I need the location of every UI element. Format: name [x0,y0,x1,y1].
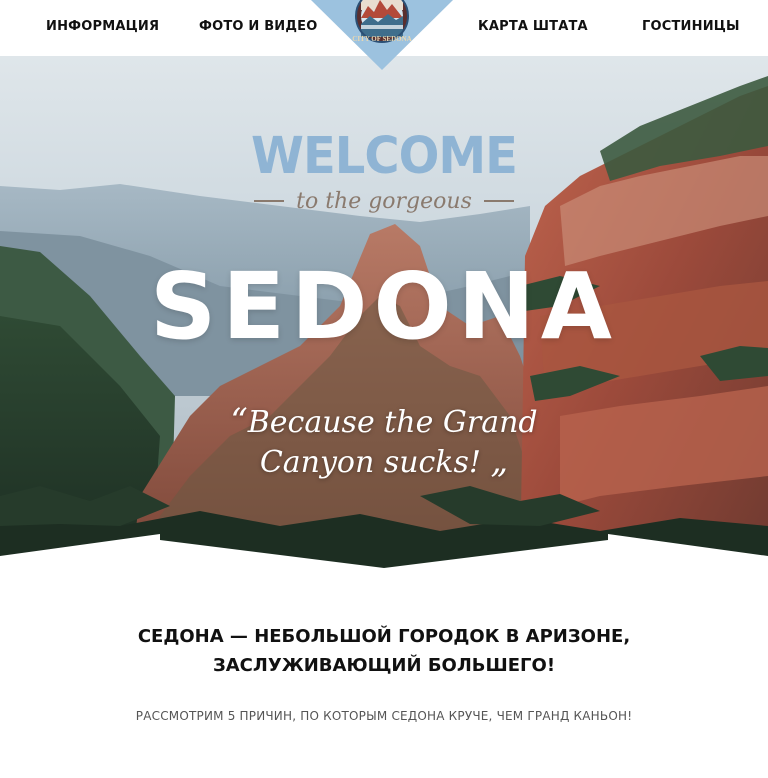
hero-quote-text-1: Because the Grand [247,405,538,440]
nav-link-state-map[interactable]: КАРТА ШТАТА [478,19,588,37]
hero-banner: WELCOME to the gorgeous SEDONA “Because … [0,56,768,576]
hero-quote: “Because the Grand Canyon sucks! „ [0,402,768,482]
content-subtitle: РАССМОТРИМ 5 ПРИЧИН, ПО КОТОРЫМ СЕДОНА К… [135,709,633,723]
city-seal-icon: CITY OF SEDONA [311,0,453,70]
logo-text: CITY OF SEDONA [352,35,411,43]
city-logo[interactable]: CITY OF SEDONA [311,0,453,72]
quote-close-mark: „ [490,441,509,481]
hero-quote-text-2: Canyon sucks! [259,445,481,480]
hero-title: SEDONA [150,253,618,360]
hero-subline: to the gorgeous [0,186,768,216]
nav-link-hotels[interactable]: ГОСТИНИЦЫ [642,19,740,37]
hero-subline-text: to the gorgeous [296,188,472,214]
content-heading-line-1: СЕДОНА — НЕБОЛЬШОЙ ГОРОДОК В АРИЗОНЕ, [137,626,631,647]
hero-quote-line-1: “Because the Grand [0,402,768,442]
quote-open-mark: “ [230,401,248,441]
nav-link-photo-video[interactable]: ФОТО И ВИДЕО [199,19,318,37]
hero-quote-line-2: Canyon sucks! „ [0,442,768,482]
nav-link-info[interactable]: ИНФОРМАЦИЯ [46,19,159,37]
dash-divider-right [483,200,514,202]
content-heading-line-2: ЗАСЛУЖИВАЮЩИЙ БОЛЬШЕГО! [212,655,556,676]
content-heading: СЕДОНА — НЕБОЛЬШОЙ ГОРОДОК В АРИЗОНЕ, ЗА… [0,622,768,680]
dash-divider-left [254,200,285,202]
hero-welcome-heading: WELCOME [251,126,518,186]
